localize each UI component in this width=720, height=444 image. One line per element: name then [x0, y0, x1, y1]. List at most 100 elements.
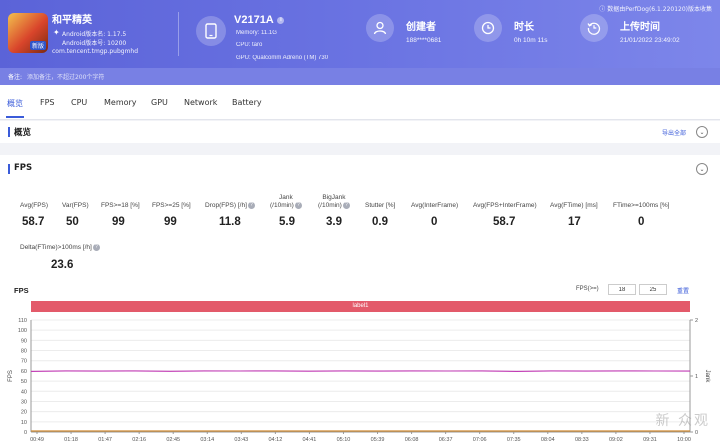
device-memory: Memory: 11.1G	[236, 30, 277, 36]
divider	[178, 12, 179, 56]
y-tick-label: 50	[21, 379, 27, 385]
device-cpu: CPU: taro	[236, 42, 263, 48]
threshold-input-1[interactable]	[608, 284, 636, 295]
metric-label: FPS>=18 [%]	[101, 202, 140, 209]
app-name: 和平精英	[52, 15, 92, 26]
x-tick-label: 03:14	[200, 437, 214, 443]
tab-bar: 概览 FPS CPU Memory GPU Network Battery	[0, 85, 720, 120]
device-name: V2171A i	[234, 14, 285, 26]
duration-value: 0h 10m 11s	[514, 37, 548, 44]
tab-gpu[interactable]: GPU	[151, 98, 168, 107]
y-tick-label: 20	[21, 410, 27, 416]
threshold-input-2[interactable]	[639, 284, 667, 295]
fps-section-title: FPS	[14, 163, 33, 173]
chevron-down-icon: ⌄	[699, 166, 705, 173]
tab-network[interactable]: Network	[184, 98, 217, 107]
metric-label: Avg(FPS+InterFrame)	[473, 202, 537, 209]
tab-battery[interactable]: Battery	[232, 98, 262, 107]
x-tick-label: 00:49	[30, 437, 44, 443]
device-gpu: GPU: Qualcomm Adreno (TM) 730	[236, 55, 329, 61]
chart-title: FPS	[14, 286, 29, 295]
y-tick-label: 80	[21, 349, 27, 355]
header-banner: 新版 和平精英 ✦ Android版本名: 1.17.5 Android版本号:…	[0, 0, 720, 68]
note-label: 备注:	[8, 74, 23, 81]
source-note: ⓘ 数据由PerfDog(6.1.220120)版本收集	[599, 6, 712, 13]
clock-icon	[474, 14, 502, 42]
metric-label: Avg(FPS)	[20, 202, 49, 209]
tab-fps[interactable]: FPS	[40, 98, 55, 107]
app-icon-tag: 新版	[29, 41, 46, 50]
x-tick-label: 03:43	[234, 437, 248, 443]
tab-overview[interactable]: 概览	[7, 98, 23, 109]
tab-memory[interactable]: Memory	[104, 98, 137, 107]
x-tick-label: 02:45	[166, 437, 180, 443]
active-tab-indicator	[6, 116, 24, 118]
y2-tick-label: 1	[695, 374, 698, 380]
android-version-name: Android版本名: 1.17.5	[62, 31, 127, 38]
x-tick-label: 04:41	[303, 437, 317, 443]
app-icon: 新版	[8, 13, 48, 53]
y-axis-title: FPS	[8, 370, 14, 382]
help-icon[interactable]: ?	[247, 202, 255, 209]
phone-icon	[196, 16, 226, 46]
collapse-overview-button[interactable]: ⌄	[696, 126, 708, 138]
metric-value: 99	[164, 216, 177, 228]
x-tick-label: 05:10	[337, 437, 351, 443]
metric-value: 11.8	[219, 216, 241, 228]
metric-label: Avg(FTime) [ms]	[550, 202, 598, 209]
metric-label: Var(FPS)	[62, 202, 89, 209]
chevron-down-icon: ⌄	[699, 129, 705, 136]
x-tick-label: 02:16	[132, 437, 146, 443]
metric-label: BigJank (/10min)?	[318, 194, 350, 210]
metric-value: 58.7	[22, 216, 45, 228]
y-tick-label: 60	[21, 369, 27, 375]
x-tick-label: 01:18	[64, 437, 78, 443]
metric-value: 17	[568, 216, 581, 228]
overview-title: 概览	[14, 128, 32, 138]
x-tick-label: 09:02	[609, 437, 623, 443]
x-tick-label: 07:35	[507, 437, 521, 443]
help-icon[interactable]: ?	[294, 202, 302, 209]
history-icon	[580, 14, 608, 42]
x-tick-label: 10:00	[677, 437, 691, 443]
metric-label: Stutter [%]	[365, 202, 396, 209]
help-icon[interactable]: ?	[342, 202, 350, 209]
upload-value: 21/01/2022 23:49:02	[620, 37, 680, 44]
reset-link[interactable]: 重置	[677, 286, 689, 295]
x-tick-label: 08:33	[575, 437, 589, 443]
section-accent	[8, 164, 10, 174]
fps-series-line	[30, 370, 691, 372]
help-icon[interactable]: ?	[92, 244, 100, 251]
y-tick-label: 40	[21, 389, 27, 395]
section-accent	[8, 127, 10, 137]
collapse-fps-button[interactable]: ⌄	[696, 163, 708, 175]
creator-value: 188****0681	[406, 37, 442, 44]
metric-value: 3.9	[326, 216, 342, 228]
metric-label: Delta(FTime)>100ms [/h]?	[20, 244, 100, 252]
y-tick-label: 110	[18, 318, 27, 324]
y-tick-label: 10	[21, 420, 27, 426]
fps-chart: 0 10 20 30 40 50 60 70 80 90 100 110 0 1 2 FPS Jank 00:49…	[8, 318, 710, 443]
y-tick-label: 70	[21, 359, 27, 365]
duration-title: 时长	[514, 22, 534, 33]
x-tick-label: 07:06	[473, 437, 487, 443]
metric-label: Drop(FPS) [/h]?	[205, 202, 255, 210]
x-tick-label: 08:04	[541, 437, 555, 443]
metric-value: 0.9	[372, 216, 388, 228]
metric-value: 23.6	[51, 259, 74, 271]
x-tick-label: 04:12	[268, 437, 282, 443]
metric-label: FPS>=25 [%]	[152, 202, 191, 209]
y-tick-label: 90	[21, 338, 27, 344]
note-input[interactable]: 添加备注，不超过200个字符	[27, 74, 104, 81]
tab-cpu[interactable]: CPU	[71, 98, 87, 107]
package-name: com.tencent.tmgp.pubgmhd	[52, 48, 139, 55]
metric-value: 99	[112, 216, 125, 228]
user-icon	[366, 14, 394, 42]
metric-label: FTime>=100ms [%]	[613, 202, 670, 209]
export-all-link[interactable]: 导出全部	[662, 128, 686, 137]
watermark: 新 众观	[655, 413, 710, 429]
y2-tick-label: 0	[695, 430, 698, 436]
y2-tick-label: 2	[695, 318, 698, 324]
x-tick-label: 05:39	[371, 437, 385, 443]
device-info-icon[interactable]: i	[277, 16, 285, 24]
